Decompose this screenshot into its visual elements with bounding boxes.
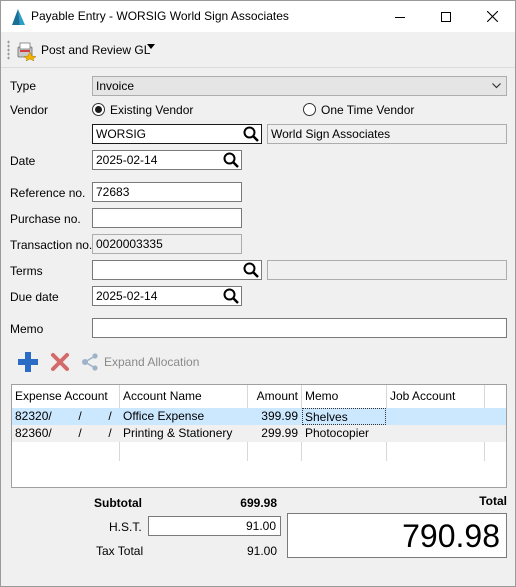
transaction-field: 0020003335 bbox=[92, 234, 242, 254]
search-icon bbox=[223, 152, 239, 168]
total-label: Total bbox=[479, 494, 507, 508]
one-time-vendor-label: One Time Vendor bbox=[321, 103, 415, 117]
terms-label: Terms bbox=[10, 264, 43, 278]
cell-job-account bbox=[390, 408, 484, 425]
vendor-code-value: WORSIG bbox=[96, 127, 146, 141]
vendor-search-button[interactable] bbox=[241, 124, 261, 144]
transaction-value: 0020003335 bbox=[96, 237, 163, 251]
reference-value: 72683 bbox=[96, 185, 130, 199]
column-header-expense-account[interactable]: Expense Account bbox=[12, 385, 108, 407]
purchase-input[interactable] bbox=[92, 208, 242, 228]
due-date-value: 2025-02-14 bbox=[96, 289, 158, 303]
chevron-down-icon bbox=[492, 83, 501, 89]
tax-total-value: 91.00 bbox=[246, 544, 277, 558]
search-icon bbox=[243, 262, 259, 278]
memo-label: Memo bbox=[10, 322, 44, 336]
hst-value: 91.00 bbox=[245, 519, 276, 533]
cell-account-name: Printing & Stationery bbox=[123, 426, 233, 440]
allocation-grid: Expense Account Account Name Amount Memo… bbox=[11, 384, 507, 488]
post-and-review-gl-label: Post and Review GL bbox=[41, 43, 151, 57]
vendor-name-field: World Sign Associates bbox=[267, 124, 507, 144]
post-and-review-gl-button[interactable]: Post and Review GL bbox=[15, 38, 150, 62]
cell-amount: 299.99 bbox=[261, 426, 298, 440]
type-select[interactable]: Invoice bbox=[92, 76, 507, 96]
payable-entry-window: Payable Entry - WORSIG World Sign Associ… bbox=[0, 0, 516, 587]
due-date-label: Due date bbox=[10, 290, 59, 304]
close-icon bbox=[486, 11, 498, 22]
reference-label: Reference no. bbox=[10, 186, 86, 200]
subtotal-label: Subtotal bbox=[94, 496, 142, 510]
maximize-icon bbox=[441, 11, 451, 22]
date-value: 2025-02-14 bbox=[96, 153, 158, 167]
maximize-button[interactable] bbox=[423, 1, 469, 32]
existing-vendor-label: Existing Vendor bbox=[110, 103, 194, 117]
close-button[interactable] bbox=[469, 1, 515, 32]
delete-row-button[interactable] bbox=[50, 352, 70, 372]
reference-input[interactable]: 72683 bbox=[92, 182, 242, 202]
cell-expense-account: 82320/ / / bbox=[15, 409, 112, 423]
terms-input[interactable] bbox=[92, 260, 262, 280]
add-row-button[interactable] bbox=[17, 351, 39, 373]
tax-total-label: Tax Total bbox=[96, 544, 144, 558]
memo-input[interactable] bbox=[92, 318, 507, 338]
table-row[interactable]: 82360/ / / Printing & Stationery 299.99 … bbox=[12, 425, 506, 442]
subtotal-value: 699.98 bbox=[240, 496, 277, 510]
title-bar: Payable Entry - WORSIG World Sign Associ… bbox=[1, 1, 515, 32]
cell-account-name: Office Expense bbox=[123, 409, 205, 423]
hst-input[interactable]: 91.00 bbox=[148, 516, 281, 536]
vendor-name-value: World Sign Associates bbox=[271, 127, 391, 141]
cell-memo: Photocopier bbox=[305, 426, 370, 440]
cell-job-account bbox=[390, 425, 484, 442]
existing-vendor-radio[interactable] bbox=[92, 103, 105, 116]
column-header-job-account[interactable]: Job Account bbox=[387, 385, 455, 407]
search-icon bbox=[243, 126, 259, 142]
date-picker-button[interactable] bbox=[221, 150, 241, 170]
table-row[interactable]: 82320/ / / Office Expense 399.99 Shelves bbox=[12, 408, 506, 425]
search-icon bbox=[223, 288, 239, 304]
date-input[interactable]: 2025-02-14 bbox=[92, 150, 242, 170]
purchase-label: Purchase no. bbox=[10, 212, 81, 226]
minimize-icon bbox=[395, 16, 405, 18]
vendor-label: Vendor bbox=[10, 103, 49, 117]
date-label: Date bbox=[10, 154, 36, 168]
post-dropdown-arrow-icon[interactable] bbox=[147, 44, 155, 49]
total-display: 790.98 bbox=[287, 513, 507, 558]
due-date-input[interactable]: 2025-02-14 bbox=[92, 286, 242, 306]
type-select-value: Invoice bbox=[96, 79, 135, 93]
terms-description-field bbox=[267, 260, 507, 280]
minimize-button[interactable] bbox=[377, 1, 423, 32]
expand-allocation-button[interactable]: Expand Allocation bbox=[104, 355, 199, 369]
type-label: Type bbox=[10, 79, 37, 93]
toolbar: Post and Review GL bbox=[1, 32, 515, 68]
column-header-account-name[interactable]: Account Name bbox=[120, 385, 202, 407]
column-header-amount[interactable]: Amount bbox=[248, 385, 301, 407]
cell-amount: 399.99 bbox=[261, 409, 298, 423]
terms-search-button[interactable] bbox=[241, 260, 261, 280]
hst-label: H.S.T. bbox=[109, 520, 142, 534]
cell-expense-account: 82360/ / / bbox=[15, 426, 112, 440]
cell-memo[interactable]: Shelves bbox=[302, 408, 386, 425]
transaction-label: Transaction no. bbox=[10, 238, 93, 252]
one-time-vendor-radio[interactable] bbox=[303, 103, 316, 116]
app-logo-icon bbox=[12, 9, 25, 25]
window-title: Payable Entry - WORSIG World Sign Associ… bbox=[31, 9, 289, 23]
due-date-picker-button[interactable] bbox=[221, 286, 241, 306]
post-gl-icon bbox=[17, 42, 37, 61]
vendor-code-input[interactable]: WORSIG bbox=[92, 124, 262, 144]
column-header-memo[interactable]: Memo bbox=[302, 385, 338, 407]
share-icon bbox=[82, 353, 98, 371]
toolbar-grip[interactable] bbox=[7, 40, 10, 60]
total-value: 790.98 bbox=[402, 518, 500, 554]
